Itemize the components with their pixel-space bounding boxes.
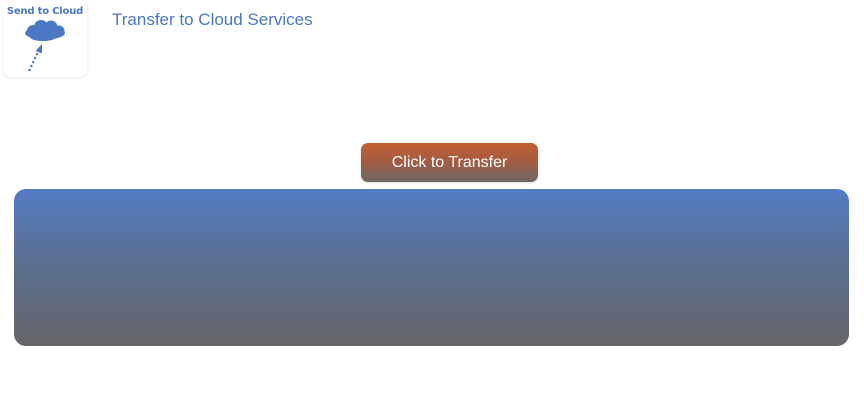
- transfer-panel: [14, 189, 849, 346]
- transfer-button[interactable]: Click to Transfer: [361, 143, 538, 182]
- page-title: Transfer to Cloud Services: [112, 10, 313, 29]
- cloud-upload-icon: [25, 20, 65, 72]
- send-to-cloud-logo: Send to Cloud: [3, 0, 87, 77]
